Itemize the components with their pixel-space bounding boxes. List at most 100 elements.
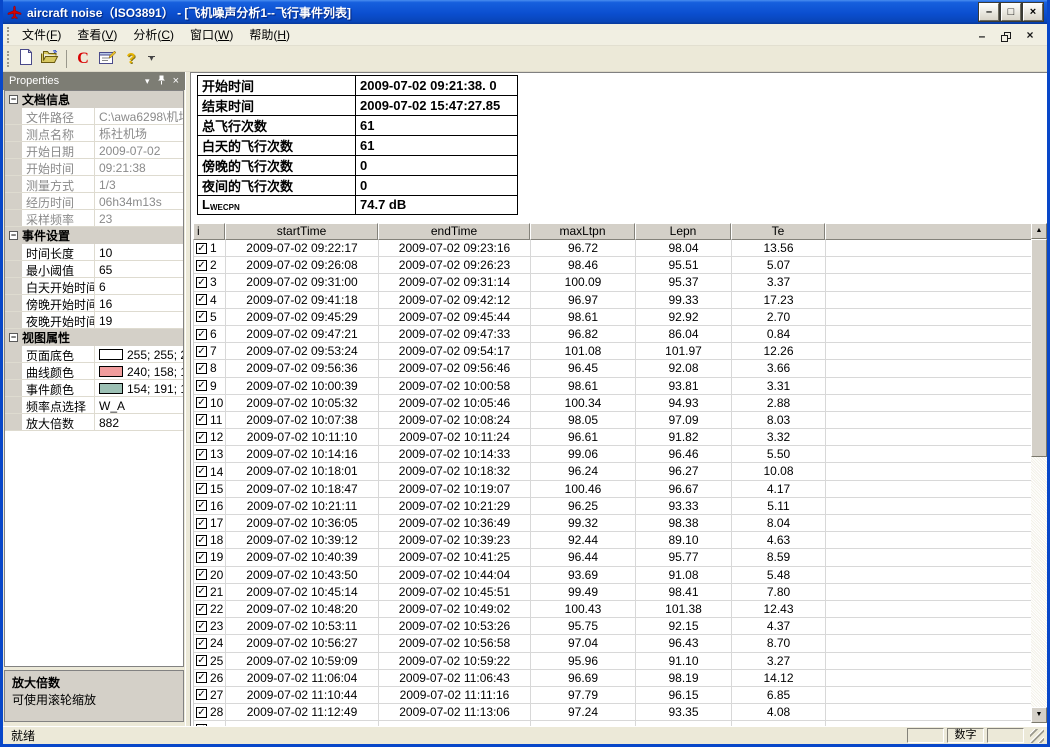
property-value[interactable]: 154; 191; 18 (95, 380, 183, 396)
event-row[interactable]: ✓62009-07-02 09:47:212009-07-02 09:47:33… (194, 326, 1031, 343)
property-value[interactable]: 65 (95, 261, 183, 277)
property-value[interactable]: 2009-07-02 (95, 142, 183, 158)
menu-item-view[interactable]: 查看(V) (69, 24, 125, 45)
scroll-up-icon[interactable]: ▲ (1031, 223, 1047, 239)
property-value[interactable]: 09:21:38 (95, 159, 183, 175)
column-header-Lepn[interactable]: Lepn (635, 223, 731, 240)
column-header-endTime[interactable]: endTime (378, 223, 530, 240)
event-row[interactable]: ✓182009-07-02 10:39:122009-07-02 10:39:2… (194, 532, 1031, 549)
event-row[interactable]: ✓22009-07-02 09:26:082009-07-02 09:26:23… (194, 257, 1031, 274)
minimize-button[interactable]: – (979, 3, 999, 21)
event-row[interactable]: ✓222009-07-02 10:48:202009-07-02 10:49:0… (194, 601, 1031, 618)
event-row[interactable]: ✓42009-07-02 09:41:182009-07-02 09:42:12… (194, 292, 1031, 309)
scrollbar-thumb[interactable] (1031, 239, 1047, 457)
event-checkbox[interactable]: ✓ (196, 604, 207, 615)
collapse-icon[interactable]: − (9, 95, 18, 104)
property-value[interactable]: W_A (95, 397, 183, 413)
properties-button[interactable] (95, 48, 119, 70)
maximize-button[interactable]: □ (1001, 3, 1021, 21)
collapse-icon[interactable]: − (9, 231, 18, 240)
column-header-Te[interactable]: Te (731, 223, 825, 240)
open-file-button[interactable] (38, 48, 62, 70)
event-checkbox[interactable]: ✓ (196, 621, 207, 632)
event-checkbox[interactable]: ✓ (196, 655, 207, 666)
event-checkbox[interactable]: ✓ (196, 243, 207, 254)
property-value[interactable]: 240; 158; 15 (95, 363, 183, 379)
event-checkbox[interactable]: ✓ (196, 380, 207, 391)
collapse-icon[interactable]: − (9, 333, 18, 342)
event-row[interactable]: ✓192009-07-02 10:40:392009-07-02 10:41:2… (194, 549, 1031, 566)
event-row[interactable]: ✓252009-07-02 10:59:092009-07-02 10:59:2… (194, 653, 1031, 670)
column-header-startTime[interactable]: startTime (225, 223, 378, 240)
color-swatch[interactable] (99, 349, 123, 360)
property-value[interactable]: 23 (95, 210, 183, 226)
event-checkbox[interactable]: ✓ (196, 638, 207, 649)
event-checkbox[interactable]: ✓ (196, 363, 207, 374)
event-checkbox[interactable]: ✓ (196, 724, 207, 726)
property-value[interactable]: 06h34m13s (95, 193, 183, 209)
event-checkbox[interactable]: ✓ (196, 689, 207, 700)
event-checkbox[interactable]: ✓ (196, 260, 207, 271)
event-row[interactable]: ✓132009-07-02 10:14:162009-07-02 10:14:3… (194, 446, 1031, 463)
event-checkbox[interactable]: ✓ (196, 432, 207, 443)
event-checkbox[interactable]: ✓ (196, 466, 207, 477)
event-row[interactable]: ✓162009-07-02 10:21:112009-07-02 10:21:2… (194, 498, 1031, 515)
event-checkbox[interactable]: ✓ (196, 311, 207, 322)
pin-icon[interactable] (157, 75, 166, 87)
property-value[interactable]: 10 (95, 244, 183, 260)
event-row[interactable]: ✓92009-07-02 10:00:392009-07-02 10:00:58… (194, 378, 1031, 395)
event-row[interactable]: ✓272009-07-02 11:10:442009-07-02 11:11:1… (194, 687, 1031, 704)
event-checkbox[interactable]: ✓ (196, 518, 207, 529)
event-checkbox[interactable]: ✓ (196, 294, 207, 305)
properties-panel-header[interactable]: Properties ▾ × (3, 72, 185, 90)
column-header-i[interactable]: i (193, 223, 225, 240)
event-row[interactable]: ✓32009-07-02 09:31:002009-07-02 09:31:14… (194, 274, 1031, 291)
event-checkbox[interactable]: ✓ (196, 535, 207, 546)
toolbar-overflow-icon[interactable]: ▾ (145, 49, 158, 69)
menu-grip-handle[interactable] (7, 27, 10, 43)
event-row[interactable]: ✓262009-07-02 11:06:042009-07-02 11:06:4… (194, 670, 1031, 687)
event-row[interactable]: ✓142009-07-02 10:18:012009-07-02 10:18:3… (194, 463, 1031, 480)
property-value[interactable]: 栎社机场 (95, 125, 183, 141)
event-row[interactable]: ✓52009-07-02 09:45:292009-07-02 09:45:44… (194, 309, 1031, 326)
help-button[interactable]: ? (119, 48, 143, 70)
event-row[interactable]: ✓152009-07-02 10:18:472009-07-02 10:19:0… (194, 481, 1031, 498)
event-checkbox[interactable]: ✓ (196, 449, 207, 460)
vertical-scrollbar[interactable]: ▲ ▼ (1031, 223, 1047, 723)
event-checkbox[interactable]: ✓ (196, 414, 207, 425)
event-checkbox[interactable]: ✓ (196, 707, 207, 718)
event-row[interactable]: ✓72009-07-02 09:53:242009-07-02 09:54:17… (194, 343, 1031, 360)
property-value[interactable]: 6 (95, 278, 183, 294)
event-checkbox[interactable]: ✓ (196, 672, 207, 683)
mdi-minimize-icon[interactable]: – (975, 28, 989, 42)
event-row[interactable]: ✓82009-07-02 09:56:362009-07-02 09:56:46… (194, 360, 1031, 377)
property-value[interactable]: C:\awa6298\机场 (95, 108, 183, 124)
panel-close-icon[interactable]: × (173, 77, 179, 86)
event-checkbox[interactable]: ✓ (196, 329, 207, 340)
event-checkbox[interactable]: ✓ (196, 346, 207, 357)
property-section-header[interactable]: −文档信息 (5, 91, 183, 108)
event-checkbox[interactable]: ✓ (196, 552, 207, 563)
menu-item-help[interactable]: 帮助(H) (241, 24, 298, 45)
property-value[interactable]: 255; 255; 25 (95, 346, 183, 362)
property-section-header[interactable]: −视图属性 (5, 329, 183, 346)
event-checkbox[interactable]: ✓ (196, 500, 207, 511)
title-bar[interactable]: aircraft noise（ISO3891） - [飞机噪声分析1--飞行事件… (3, 0, 1047, 24)
chevron-down-icon[interactable]: ▾ (145, 77, 150, 86)
property-value[interactable]: 16 (95, 295, 183, 311)
event-row[interactable]: ✓102009-07-02 10:05:322009-07-02 10:05:4… (194, 395, 1031, 412)
toolbar-grip-handle[interactable] (7, 51, 10, 67)
menu-item-file[interactable]: 文件(F) (14, 24, 69, 45)
event-row[interactable]: ✓112009-07-02 10:07:382009-07-02 10:08:2… (194, 412, 1031, 429)
event-checkbox[interactable]: ✓ (196, 483, 207, 494)
mdi-close-icon[interactable]: × (1023, 28, 1037, 42)
event-checkbox[interactable]: ✓ (196, 586, 207, 597)
event-row[interactable]: ✓202009-07-02 10:43:502009-07-02 10:44:0… (194, 567, 1031, 584)
property-section-header[interactable]: −事件设置 (5, 227, 183, 244)
color-swatch[interactable] (99, 366, 123, 377)
event-row[interactable]: ✓282009-07-02 11:12:492009-07-02 11:13:0… (194, 704, 1031, 721)
event-checkbox[interactable]: ✓ (196, 569, 207, 580)
event-row[interactable]: ✓212009-07-02 10:45:142009-07-02 10:45:5… (194, 584, 1031, 601)
event-row[interactable]: ✓12009-07-02 09:22:172009-07-02 09:23:16… (194, 240, 1031, 257)
event-row[interactable]: ✓122009-07-02 10:11:102009-07-02 10:11:2… (194, 429, 1031, 446)
